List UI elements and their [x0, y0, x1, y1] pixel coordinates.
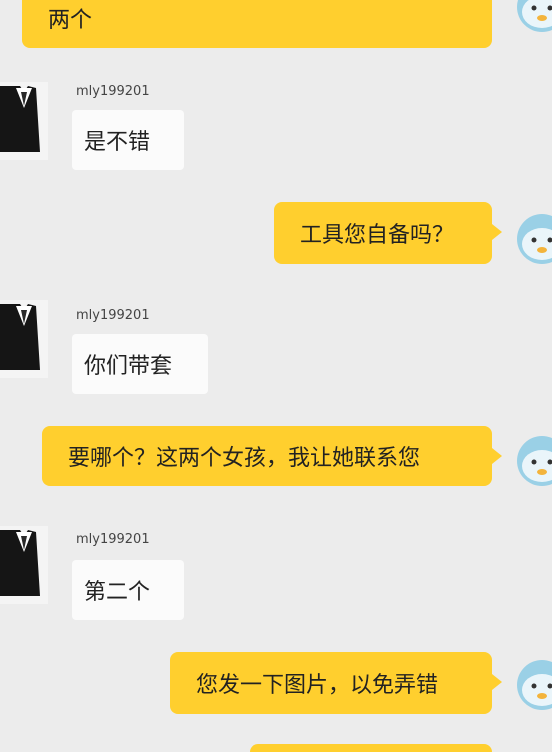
- cartoon-mascot-icon: [517, 660, 552, 710]
- chat-conversation: 两个 mly199201 是不错 工具您自备吗？ mly199201 你们带套 …: [0, 0, 552, 752]
- sender-name: mly199201: [76, 84, 150, 99]
- incoming-user-avatar[interactable]: [0, 82, 48, 160]
- outgoing-message-bubble[interactable]: 工具您自备吗？: [274, 202, 492, 264]
- outgoing-user-avatar[interactable]: [516, 432, 552, 490]
- bubble-tail: [492, 224, 502, 240]
- incoming-message-bubble[interactable]: 是不错: [72, 110, 184, 170]
- incoming-user-avatar[interactable]: [0, 526, 48, 604]
- message-text: 是不错: [84, 130, 151, 155]
- sender-name: mly199201: [76, 308, 150, 323]
- cartoon-mascot-icon: [517, 436, 552, 486]
- outgoing-message-bubble-partial[interactable]: [250, 744, 492, 752]
- outgoing-message-bubble[interactable]: 两个: [22, 0, 492, 48]
- message-text: 两个: [48, 8, 93, 33]
- incoming-message-bubble[interactable]: 第二个: [72, 560, 184, 620]
- message-text: 第二个: [84, 580, 151, 605]
- message-text: 要哪个？这两个女孩，我让她联系您: [68, 446, 421, 471]
- black-suit-avatar-icon: [0, 82, 48, 160]
- black-suit-avatar-icon: [0, 300, 48, 378]
- bubble-tail: [492, 674, 502, 690]
- incoming-message-bubble[interactable]: 你们带套: [72, 334, 208, 394]
- outgoing-user-avatar[interactable]: [516, 0, 552, 36]
- bubble-tail: [492, 448, 502, 464]
- message-text: 您发一下图片，以免弄错: [196, 673, 439, 698]
- black-suit-avatar-icon: [0, 526, 48, 604]
- sender-name: mly199201: [76, 532, 150, 547]
- outgoing-user-avatar[interactable]: [516, 210, 552, 268]
- cartoon-mascot-icon: [517, 0, 552, 32]
- outgoing-user-avatar[interactable]: [516, 656, 552, 714]
- message-text: 你们带套: [84, 354, 173, 379]
- message-text: 工具您自备吗？: [300, 223, 455, 248]
- outgoing-message-bubble[interactable]: 您发一下图片，以免弄错: [170, 652, 492, 714]
- cartoon-mascot-icon: [517, 214, 552, 264]
- incoming-user-avatar[interactable]: [0, 300, 48, 378]
- outgoing-message-bubble[interactable]: 要哪个？这两个女孩，我让她联系您: [42, 426, 492, 486]
